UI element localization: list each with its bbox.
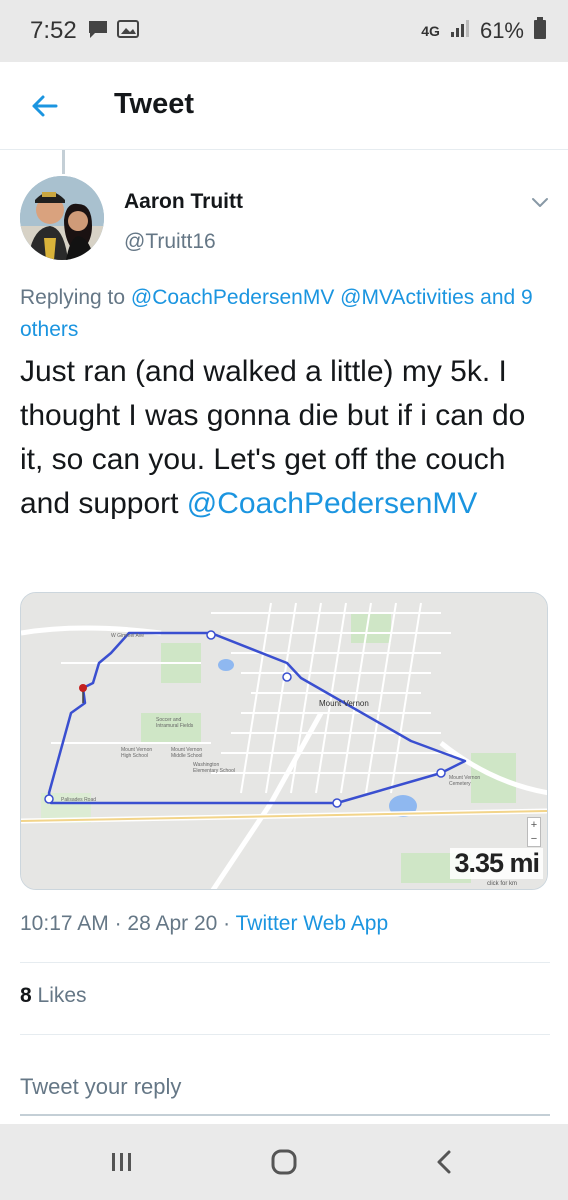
svg-text:High School: High School bbox=[121, 753, 148, 759]
replying-to: Replying to @CoachPedersenMV @MVActiviti… bbox=[20, 282, 550, 346]
svg-text:Intramural Fields: Intramural Fields bbox=[156, 723, 194, 729]
more-options-button[interactable] bbox=[528, 190, 552, 214]
arrow-left-icon bbox=[32, 95, 58, 117]
avatar[interactable] bbox=[20, 176, 104, 260]
meta-separator: · bbox=[108, 912, 128, 935]
home-button[interactable] bbox=[264, 1146, 304, 1178]
mention-link[interactable]: @CoachPedersenMV bbox=[187, 487, 478, 520]
author-name[interactable]: Aaron Truitt bbox=[124, 190, 243, 214]
tweet-meta: 10:17 AM · 28 Apr 20 · Twitter Web App bbox=[20, 912, 388, 936]
map-graphic: W Gimmel Ave Soccer and Intramural Field… bbox=[21, 593, 547, 889]
signal-icon bbox=[450, 18, 470, 44]
status-right: 4G 61% bbox=[421, 17, 546, 45]
tweet-date: 28 Apr 20 bbox=[127, 912, 218, 935]
town-label: Mount Vernon bbox=[319, 699, 369, 708]
meta-separator: · bbox=[217, 912, 236, 935]
replying-prefix: Replying to bbox=[20, 286, 131, 309]
app-bar: Tweet bbox=[0, 62, 568, 150]
chevron-down-icon bbox=[532, 198, 548, 207]
svg-text:Palisades Road: Palisades Road bbox=[61, 797, 96, 803]
mention-link[interactable]: @CoachPedersenMV bbox=[131, 286, 334, 309]
svg-text:Elementary School: Elementary School bbox=[193, 768, 235, 774]
author-handle[interactable]: @Truitt16 bbox=[124, 230, 216, 254]
page-title: Tweet bbox=[114, 88, 195, 120]
recent-apps-button[interactable] bbox=[102, 1146, 142, 1178]
likes-count: 8 bbox=[20, 984, 32, 1007]
image-icon bbox=[116, 19, 139, 44]
thread-line bbox=[62, 150, 65, 174]
divider bbox=[20, 962, 550, 963]
mention-link[interactable]: @MVActivities bbox=[340, 286, 474, 309]
likes-stat[interactable]: 8 Likes bbox=[20, 984, 87, 1008]
divider bbox=[20, 1034, 550, 1035]
source-link[interactable]: Twitter Web App bbox=[236, 912, 389, 935]
map-zoom-control[interactable]: + − bbox=[527, 817, 541, 847]
status-time: 7:52 bbox=[30, 17, 77, 44]
svg-text:Middle School: Middle School bbox=[171, 753, 202, 759]
distance-label: 3.35 mi bbox=[450, 848, 543, 879]
reply-underline bbox=[20, 1114, 550, 1116]
unit-toggle[interactable]: click for km bbox=[487, 881, 517, 887]
battery-percent: 61% bbox=[479, 18, 524, 43]
status-bar: 7:52 4G 61% bbox=[0, 0, 568, 62]
back-nav-button[interactable] bbox=[424, 1146, 464, 1178]
message-icon bbox=[87, 19, 109, 44]
reply-input[interactable]: Tweet your reply bbox=[20, 1074, 181, 1100]
back-button[interactable] bbox=[24, 86, 64, 126]
home-icon bbox=[271, 1149, 297, 1175]
recent-apps-icon bbox=[112, 1153, 131, 1171]
battery-icon bbox=[534, 17, 546, 45]
likes-label: Likes bbox=[31, 984, 87, 1007]
route-map-image[interactable]: W Gimmel Ave Soccer and Intramural Field… bbox=[20, 592, 548, 890]
tweet-time: 10:17 AM bbox=[20, 912, 109, 935]
tweet-text: Just ran (and walked a little) my 5k. I … bbox=[20, 350, 550, 526]
system-nav-bar bbox=[0, 1124, 568, 1200]
svg-text:W Gimmel Ave: W Gimmel Ave bbox=[111, 633, 144, 639]
back-icon bbox=[437, 1150, 451, 1174]
zoom-in-button[interactable]: + bbox=[528, 818, 540, 832]
network-label: 4G bbox=[421, 23, 440, 39]
zoom-out-button[interactable]: − bbox=[528, 832, 540, 846]
svg-text:Cemetery: Cemetery bbox=[449, 781, 471, 787]
